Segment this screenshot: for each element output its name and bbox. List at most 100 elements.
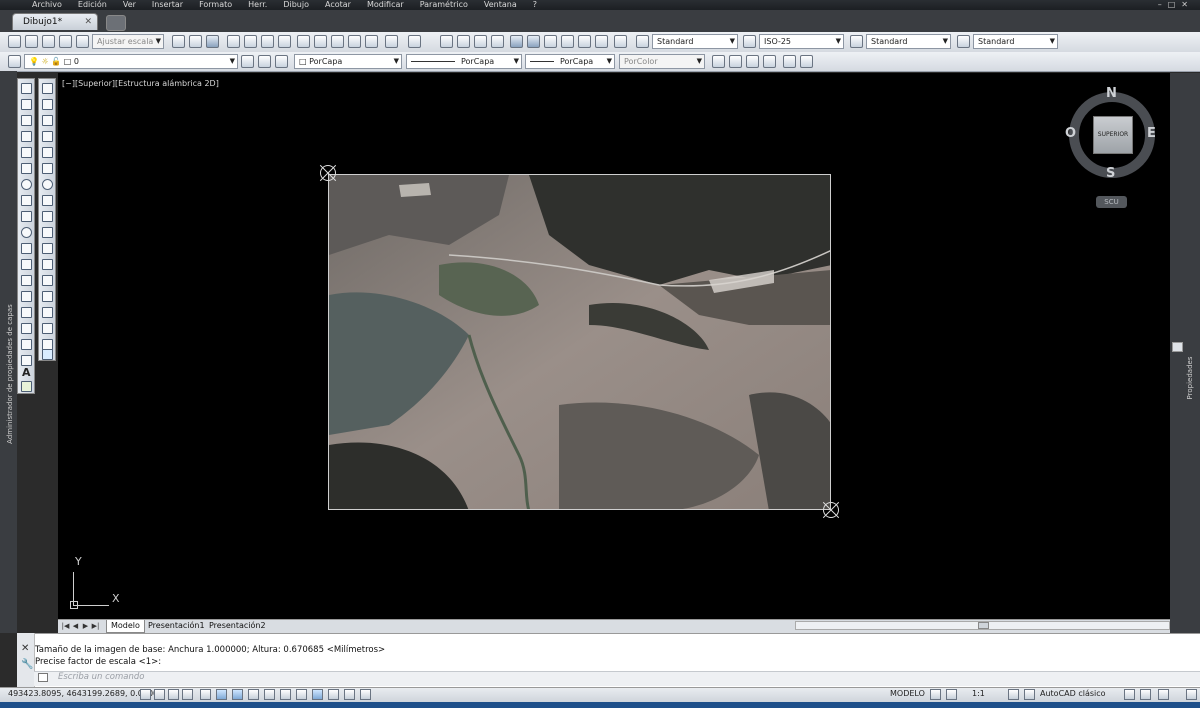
- save-disk-icon[interactable]: [206, 35, 219, 48]
- properties-icon[interactable]: [510, 35, 523, 48]
- compass-north[interactable]: N: [1106, 86, 1117, 101]
- plot-icon[interactable]: [76, 35, 89, 48]
- quick-properties-icon[interactable]: [328, 689, 339, 700]
- zoom-previous-icon[interactable]: [491, 35, 504, 48]
- redo-icon[interactable]: [408, 35, 421, 48]
- annotation-monitor-icon[interactable]: [360, 689, 371, 700]
- draw-order-front-icon[interactable]: [712, 55, 725, 68]
- menu-parametrico[interactable]: Paramétrico: [412, 0, 476, 10]
- text-style-icon[interactable]: [636, 35, 649, 48]
- sheet-set-manager-icon[interactable]: [561, 35, 574, 48]
- cursor-coordinates[interactable]: 493423.8095, 4643199.2689, 0.0000: [8, 689, 158, 698]
- zoom-window-icon[interactable]: [474, 35, 487, 48]
- table-style-icon[interactable]: [850, 35, 863, 48]
- compass-east[interactable]: E: [1147, 126, 1156, 141]
- isolate-objects-icon[interactable]: [1158, 689, 1169, 700]
- object-snap-icon[interactable]: [216, 689, 227, 700]
- text-style-dropdown[interactable]: Standard ▼: [652, 34, 738, 49]
- save-icon[interactable]: [59, 35, 72, 48]
- first-tab-icon[interactable]: |◀: [61, 621, 70, 631]
- region-icon[interactable]: [21, 339, 32, 350]
- explode-icon[interactable]: [42, 349, 53, 360]
- raster-image[interactable]: [328, 174, 831, 510]
- snap-mode-icon[interactable]: [154, 689, 165, 700]
- scale-dropdown[interactable]: Ajustar escala ▼: [92, 34, 164, 49]
- tab-presentacion1[interactable]: Presentación1: [144, 620, 209, 632]
- extend-icon[interactable]: [42, 243, 53, 254]
- dynamic-input-icon[interactable]: [280, 689, 291, 700]
- transparency-icon[interactable]: [312, 689, 323, 700]
- polar-tracking-icon[interactable]: [200, 689, 211, 700]
- linetype-dropdown[interactable]: PorCapa ▼: [406, 54, 522, 69]
- plotstyle-dropdown[interactable]: PorColor ▼: [619, 54, 705, 69]
- draw-order-back-icon[interactable]: [729, 55, 742, 68]
- rectangle-icon[interactable]: [21, 147, 32, 158]
- qnew-icon[interactable]: [25, 35, 38, 48]
- dynamic-ucs-icon[interactable]: [264, 689, 275, 700]
- grid-display-icon[interactable]: [168, 689, 179, 700]
- viewcube-top-face[interactable]: SUPERIOR: [1093, 116, 1133, 154]
- menu-formato[interactable]: Formato: [191, 0, 240, 10]
- command-window-handle[interactable]: ✕ 🔧: [17, 633, 35, 687]
- break-icon[interactable]: [42, 275, 53, 286]
- scale-icon[interactable]: [42, 195, 53, 206]
- last-tab-icon[interactable]: ▶|: [91, 621, 100, 631]
- 3d-print-icon[interactable]: [278, 35, 291, 48]
- print-preview-icon[interactable]: [244, 35, 257, 48]
- pan-icon[interactable]: [440, 35, 453, 48]
- menu-dibujo[interactable]: Dibujo: [275, 0, 317, 10]
- menu-ventana[interactable]: Ventana: [476, 0, 525, 10]
- move-icon[interactable]: [42, 163, 53, 174]
- arc-icon[interactable]: [21, 163, 32, 174]
- mirror-icon[interactable]: [42, 115, 53, 126]
- image-corner-grip-bottom-right[interactable]: [823, 502, 839, 518]
- print-icon[interactable]: [227, 35, 240, 48]
- tool-palettes-icon[interactable]: [544, 35, 557, 48]
- open-folder-icon[interactable]: [189, 35, 202, 48]
- dim-style-icon[interactable]: [743, 35, 756, 48]
- block-editor-icon[interactable]: [365, 35, 378, 48]
- wcs-menu-button[interactable]: SCU: [1096, 196, 1127, 208]
- properties-palette-strip[interactable]: [1170, 73, 1200, 633]
- command-prompt-icon[interactable]: [38, 673, 48, 682]
- color-dropdown[interactable]: □ PorCapa ▼: [294, 54, 402, 69]
- join-icon[interactable]: [42, 291, 53, 302]
- horizontal-scrollbar-thumb[interactable]: [978, 622, 989, 629]
- menu-acotar[interactable]: Acotar: [317, 0, 359, 10]
- calculator-icon[interactable]: [595, 35, 608, 48]
- point-icon[interactable]: [21, 291, 32, 302]
- trim-icon[interactable]: [42, 227, 53, 238]
- object-snap-tracking-icon[interactable]: [248, 689, 259, 700]
- lock-ui-icon[interactable]: [1124, 689, 1135, 700]
- table-style-dropdown[interactable]: Standard ▼: [866, 34, 951, 49]
- menu-help[interactable]: ?: [525, 0, 545, 10]
- tab-modelo[interactable]: Modelo: [106, 620, 145, 633]
- tab-presentacion2[interactable]: Presentación2: [205, 620, 270, 632]
- text-front-icon[interactable]: [783, 55, 796, 68]
- array-icon[interactable]: [42, 147, 53, 158]
- customize-wrench-icon[interactable]: 🔧: [21, 659, 33, 670]
- new-icon[interactable]: [172, 35, 185, 48]
- make-current-layer-icon[interactable]: [241, 55, 254, 68]
- ellipse-icon[interactable]: [21, 227, 32, 238]
- stretch-icon[interactable]: [42, 211, 53, 222]
- close-tab-icon[interactable]: ✕: [84, 14, 92, 31]
- markup-icon[interactable]: [578, 35, 591, 48]
- line-icon[interactable]: [21, 83, 32, 94]
- hatch-icon[interactable]: [21, 307, 32, 318]
- design-center-icon[interactable]: [527, 35, 540, 48]
- document-tab[interactable]: Dibujo1* ✕: [12, 13, 98, 30]
- model-space-toggle[interactable]: MODELO: [890, 689, 925, 698]
- prev-tab-icon[interactable]: ◀: [71, 621, 80, 631]
- compass-south[interactable]: S: [1106, 166, 1115, 181]
- layer-dropdown[interactable]: 💡 ☼ 🔓 □ 0 ▼: [24, 54, 238, 69]
- lineweight-dropdown[interactable]: PorCapa ▼: [525, 54, 615, 69]
- compass-west[interactable]: O: [1065, 126, 1076, 141]
- copy-icon[interactable]: [314, 35, 327, 48]
- annotation-visibility-icon[interactable]: [1008, 689, 1019, 700]
- undo-icon[interactable]: [385, 35, 398, 48]
- match-properties-icon[interactable]: [348, 35, 361, 48]
- add-selected-icon[interactable]: [21, 381, 32, 392]
- layer-previous-icon[interactable]: [258, 55, 271, 68]
- clean-screen-icon[interactable]: [1186, 689, 1197, 700]
